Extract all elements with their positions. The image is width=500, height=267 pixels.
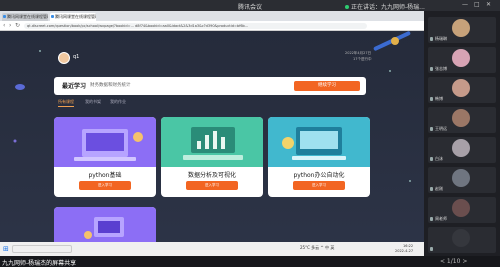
participant-avatar (452, 139, 470, 157)
course-name: python办公自动化 (293, 172, 345, 179)
participant-tile[interactable]: 韩博 (428, 77, 496, 103)
participant-panel: 杨瑞琳张志博韩博王明远白沫赵刚周老师 (424, 11, 500, 256)
participant-name: 周老师 (435, 216, 447, 221)
participant-tile[interactable]: 张志博 (428, 47, 496, 73)
mic-icon (430, 37, 433, 41)
windows-start-icon[interactable]: ⊞ (3, 245, 9, 253)
reload-icon[interactable]: ↻ (15, 22, 20, 29)
participant-tile[interactable]: 周老师 (428, 197, 496, 223)
maximize-button[interactable]: □ (474, 1, 480, 8)
mic-icon (430, 97, 433, 101)
course-name: 数据分析及可视化 (187, 172, 236, 179)
mic-icon (430, 67, 433, 71)
mic-icon (430, 217, 433, 221)
course-card-python-basics[interactable]: python基础 进入学习 (54, 117, 156, 197)
data-analysis-illustration (161, 117, 263, 167)
python-basics-illustration (54, 117, 156, 167)
taskbar-search[interactable] (12, 245, 72, 253)
filter-my-shelf[interactable]: 我的书架 (85, 99, 101, 105)
banner-subtitle: 财务数据和财务统计 (90, 83, 131, 88)
participant-avatar (452, 199, 470, 217)
username: q1 (73, 54, 80, 60)
python-office-illustration (268, 117, 370, 167)
participant-name: 张志博 (435, 66, 447, 71)
participant-tile[interactable]: 赵刚 (428, 167, 496, 193)
back-icon[interactable]: ‹ (3, 22, 5, 29)
course-card-python-office[interactable]: python办公自动化 进入学习 (268, 117, 370, 197)
enter-study-button[interactable]: 进入学习 (186, 181, 238, 190)
enter-study-button[interactable]: 进入学习 (79, 181, 131, 190)
taskbar-clock: 16:22 2022-4-27 (395, 244, 413, 253)
meeting-title: 腾讯会议 (237, 4, 262, 11)
banner-title: 最近学习 (62, 83, 87, 90)
page-indicator[interactable]: < 1/10 > (440, 258, 467, 265)
active-speaker: 正在讲话：九九网师-杨瑞... (345, 2, 425, 11)
participant-tile[interactable]: 白沫 (428, 137, 496, 163)
shared-screen: 腾讯网课堂在线课程管理平台 腾讯网课堂在线课程管理平台 ‹ › ↻ qt.dls… (0, 11, 424, 256)
user-avatar[interactable] (58, 52, 70, 64)
participant-avatar (452, 229, 470, 247)
current-date: 2022年4月27日 (345, 51, 372, 55)
mic-icon (430, 247, 433, 251)
participant-tile[interactable] (428, 227, 496, 253)
participant-avatar (452, 49, 470, 67)
participant-tile[interactable]: 王明远 (428, 107, 496, 133)
clock-date: 2022-4-27 (395, 248, 414, 253)
participant-name: 王明远 (435, 126, 447, 131)
forward-icon[interactable]: › (9, 22, 11, 29)
recent-study-banner: 最近学习 财务数据和财务统计 继续学习 (54, 77, 366, 95)
minimize-button[interactable]: — (462, 1, 468, 8)
filter-all-courses[interactable]: 所有课程 (58, 99, 74, 107)
url-field[interactable]: qt.dlscreet.com/question/book/pc/school/… (24, 23, 367, 29)
browser-tab-strip: 腾讯网课堂在线课程管理平台 腾讯网课堂在线课程管理平台 (0, 11, 424, 21)
participant-tile[interactable]: 杨瑞琳 (428, 17, 496, 43)
course-name: python基础 (88, 172, 122, 179)
course-card-fourth[interactable] (54, 207, 156, 247)
participant-name: 白沫 (435, 156, 443, 161)
course-card-data-analysis[interactable]: 数据分析及可视化 进入学习 (161, 117, 263, 197)
address-bar: ‹ › ↻ qt.dlscreet.com/question/book/pc/s… (0, 21, 424, 31)
course-status-count: 17个进行中 (353, 57, 372, 61)
enter-study-button[interactable]: 进入学习 (293, 181, 345, 190)
participant-avatar (452, 79, 470, 97)
filter-my-homework[interactable]: 我的作业 (110, 99, 126, 105)
fourth-course-illustration (54, 207, 156, 247)
mic-icon (430, 127, 433, 131)
participant-name: 韩博 (435, 96, 443, 101)
participant-avatar (452, 19, 470, 37)
close-button[interactable]: ✕ (486, 1, 491, 8)
browser-tab-active[interactable]: 腾讯网课堂在线课程管理平台 (50, 13, 96, 21)
screen-share-label: 九九网师-杨瑞杰的屏幕共享 (2, 260, 77, 267)
system-tray: 25°C 多云 ^ 中 英 (300, 245, 335, 250)
meeting-title-bar: 腾讯会议 正在讲话：九九网师-杨瑞... — □ ✕ (0, 0, 500, 11)
participant-name: 杨瑞琳 (435, 36, 447, 41)
screen-share-bar: 九九网师-杨瑞杰的屏幕共享 < 1/10 > (0, 256, 500, 267)
course-page: q1 2022年4月27日 17个进行中 最近学习 财务数据和财务统计 继续学习… (0, 31, 424, 256)
participant-avatar (452, 109, 470, 127)
os-taskbar: ⊞ 25°C 多云 ^ 中 英 16:22 2022-4-27 (0, 242, 424, 256)
participant-name: 赵刚 (435, 186, 443, 191)
continue-study-button[interactable]: 继续学习 (294, 81, 360, 91)
mic-icon (430, 157, 433, 161)
mic-icon (430, 187, 433, 191)
browser-tab[interactable]: 腾讯网课堂在线课程管理平台 (2, 13, 48, 21)
participant-avatar (452, 169, 470, 187)
